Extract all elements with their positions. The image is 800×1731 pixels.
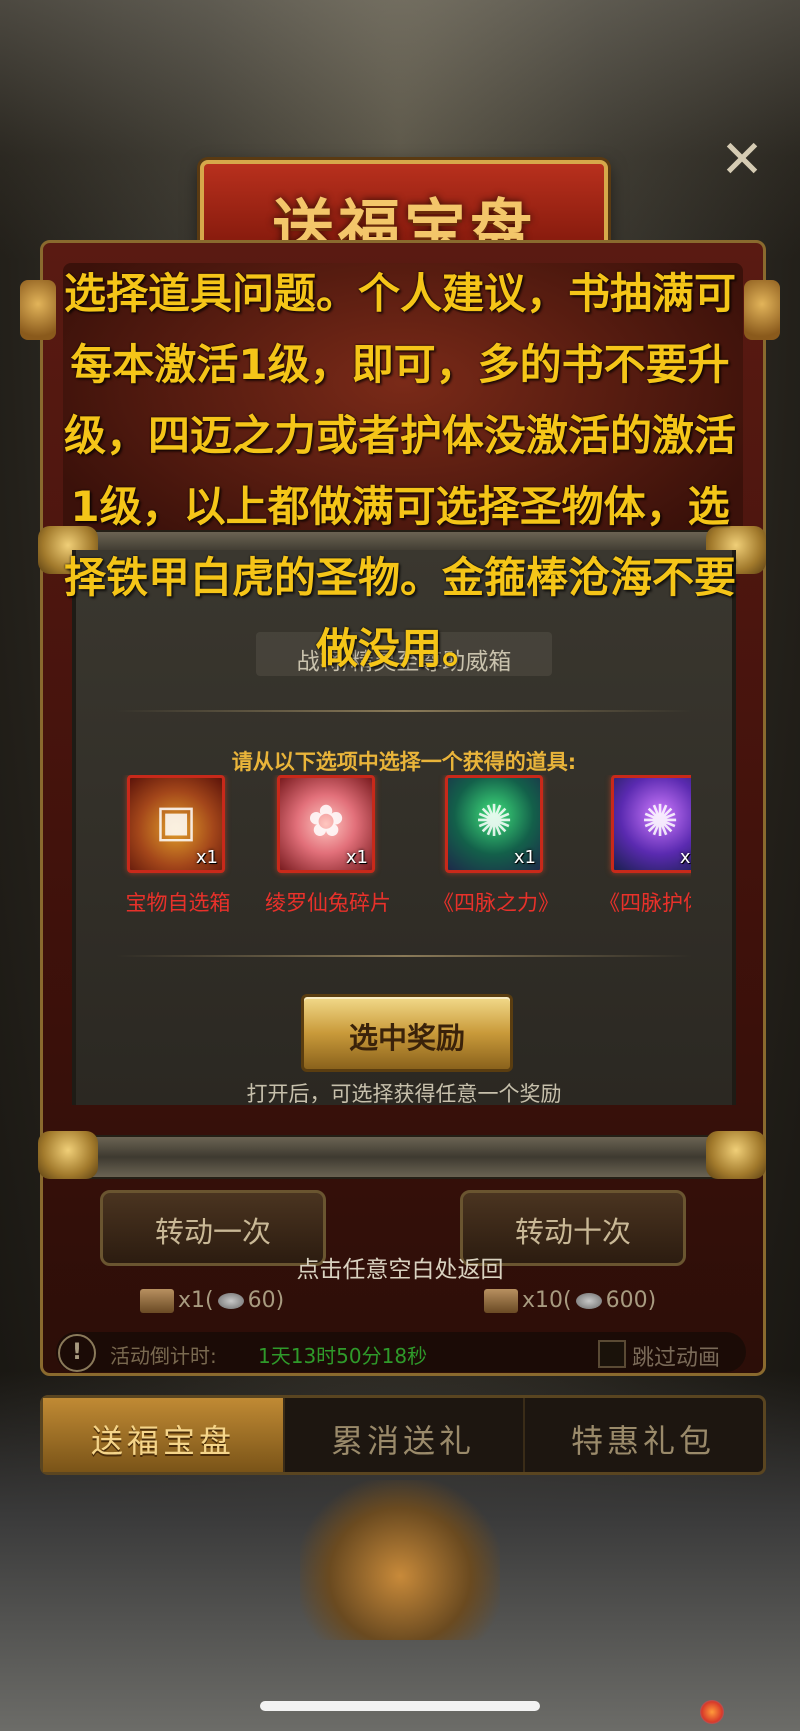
reward-item[interactable]: ✿ x1 绫罗仙兔碎片 [253, 775, 403, 935]
spin-ten-label: 转动十次 [514, 1215, 631, 1249]
silver-ingot-icon [217, 1293, 244, 1309]
purple-rune-book-icon[interactable]: ✺ x1 [611, 775, 691, 873]
skip-animation-checkbox[interactable] [598, 1340, 626, 1368]
dialog-hint: 打开后，可选择获得任意一个奖励 [246, 1082, 562, 1106]
scroll-knob-right [706, 1131, 766, 1179]
green-rune-book-icon[interactable]: ✺ x1 [445, 775, 543, 873]
countdown-value: 1天13时50分18秒 [258, 1344, 428, 1368]
tab-label: 送福宝盘 [90, 1422, 235, 1460]
exclamation-icon: ! [58, 1334, 96, 1372]
silver-ingot-icon [575, 1293, 602, 1309]
reward-item[interactable]: ✺ x1 《四脉之力》 [421, 775, 571, 935]
close-icon[interactable]: ✕ [718, 134, 766, 186]
skip-animation-label[interactable]: 跳过动画 [632, 1340, 720, 1372]
bottom-tabs: 送福宝盘 累消送礼 特惠礼包 [40, 1395, 766, 1475]
items-row[interactable]: ▣ x1 宝物自选箱 ✿ x1 绫罗仙兔碎片 ✺ x1 《四脉之力》 ✺ x1 … [121, 775, 691, 935]
item-name: 绫罗仙兔碎片 [265, 891, 391, 915]
reward-item[interactable]: ✺ x1 《四脉护体》 [587, 775, 691, 935]
scroll-bottom-rod [38, 1131, 766, 1179]
item-count: x1 [513, 847, 536, 868]
ticket-icon [484, 1289, 518, 1313]
left-lantern-icon [20, 280, 56, 340]
scroll-knob-left [38, 1131, 98, 1179]
item-count: x1 [679, 847, 691, 868]
tab-songfu-wheel[interactable]: 送福宝盘 [43, 1398, 285, 1472]
bottom-lantern-icon [300, 1480, 500, 1640]
tab-spending-gift[interactable]: 累消送礼 [283, 1398, 525, 1472]
spin-once-cost: x1(60) [140, 1288, 284, 1313]
item-name: 《四脉护体》 [599, 891, 691, 915]
home-indicator[interactable] [260, 1701, 540, 1711]
return-hint[interactable]: 点击任意空白处返回 [0, 1250, 800, 1284]
app-logo-icon [700, 1700, 724, 1724]
rabbit-fragment-icon[interactable]: ✿ x1 [277, 775, 375, 873]
ticket-icon [140, 1289, 174, 1313]
select-reward-label: 选中奖励 [348, 1021, 465, 1055]
divider [116, 710, 692, 712]
tab-special-pack[interactable]: 特惠礼包 [523, 1398, 763, 1472]
treasure-chest-icon[interactable]: ▣ x1 [127, 775, 225, 873]
spin-once-label: 转动一次 [154, 1215, 271, 1249]
item-name: 《四脉之力》 [433, 891, 559, 915]
caption-overlay: 选择道具问题。个人建议，书抽满可每本激活1级，即可，多的书不要升级，四迈之力或者… [63, 269, 736, 673]
countdown-label: 活动倒计时: [110, 1344, 217, 1368]
right-lantern-icon [744, 280, 780, 340]
tab-label: 累消送礼 [330, 1422, 475, 1460]
tab-label: 特惠礼包 [570, 1422, 715, 1460]
divider [116, 955, 692, 957]
spin-ten-cost: x10(600) [484, 1288, 656, 1313]
dialog-prompt: 请从以下选项中选择一个获得的道具: [231, 750, 577, 774]
item-count: x1 [195, 847, 218, 868]
select-reward-button[interactable]: 选中奖励 [301, 994, 513, 1072]
item-count: x1 [345, 847, 368, 868]
